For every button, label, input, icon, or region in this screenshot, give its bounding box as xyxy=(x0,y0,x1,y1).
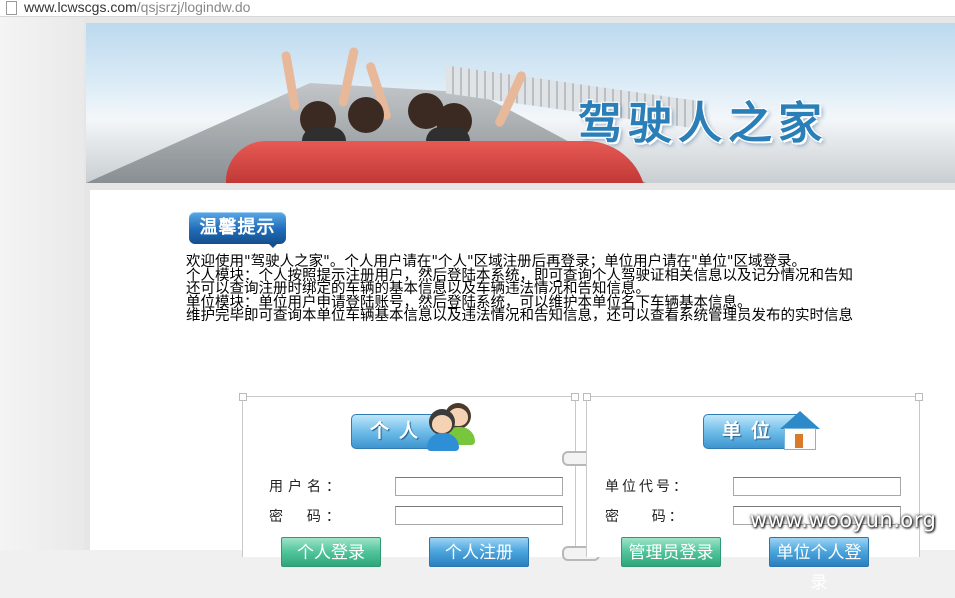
address-bar[interactable]: www.lcwscgs.com/qsjsrzj/logindw.do xyxy=(0,0,955,17)
house-icon-door xyxy=(795,434,803,448)
people-icon xyxy=(425,401,477,451)
username-input[interactable] xyxy=(395,477,563,496)
password-label: 密 码： xyxy=(269,509,345,525)
username-label: 用户名： xyxy=(269,479,345,495)
unit-password-label: 密 码： xyxy=(605,509,686,525)
people-icon-face-front xyxy=(432,415,452,433)
left-gutter xyxy=(0,17,84,550)
people-icon-body-front xyxy=(427,433,459,451)
page: 驾驶人之家 温馨提示 欢迎使用"驾驶人之家"。个人用户请在"个人"区域注册后再登… xyxy=(84,17,955,593)
panel-corner xyxy=(571,393,579,401)
url-path: /qsjsrzj/logindw.do xyxy=(136,0,251,15)
personal-register-button[interactable]: 个人注册 xyxy=(429,537,529,567)
site-title: 驾驶人之家 xyxy=(578,98,828,149)
unit-code-label: 单位代号： xyxy=(605,479,690,495)
main-content: 温馨提示 欢迎使用"驾驶人之家"。个人用户请在"个人"区域注册后再登录；单位用户… xyxy=(90,190,955,593)
tip-badge: 温馨提示 xyxy=(189,212,286,248)
house-icon-roof xyxy=(780,411,820,429)
panel-corner xyxy=(239,393,247,401)
house-icon xyxy=(779,407,821,450)
page-icon xyxy=(6,1,17,15)
intro-line: 维护完毕即可查询本单位车辆基本信息以及违法情况和告知信息，还可以查看系统管理员发… xyxy=(186,308,853,324)
personal-login-button[interactable]: 个人登录 xyxy=(281,537,381,567)
panel-corner xyxy=(915,393,923,401)
panel-corner xyxy=(583,393,591,401)
banner-passenger xyxy=(348,97,384,133)
url-host: www.lcwscgs.com xyxy=(24,0,137,15)
password-input[interactable] xyxy=(395,506,563,525)
watermark: www.wooyun.org xyxy=(750,508,937,532)
unit-code-input[interactable] xyxy=(733,477,901,496)
personal-login-panel: 个人 用户名： 密 码： 个人登录 个人注册 xyxy=(239,393,579,567)
admin-login-button[interactable]: 管理员登录 xyxy=(621,537,721,567)
unit-login-panel: 单位 单位代号： 密 码： 管理员登录 单位个人登录 xyxy=(583,393,923,593)
url-text[interactable]: www.lcwscgs.com/qsjsrzj/logindw.do xyxy=(24,0,250,15)
header-banner: 驾驶人之家 xyxy=(86,23,955,183)
unit-personal-login-button[interactable]: 单位个人登录 xyxy=(769,537,869,593)
intro-text: 欢迎使用"驾驶人之家"。个人用户请在"个人"区域注册后再登录；单位用户请在"单位… xyxy=(186,255,955,324)
